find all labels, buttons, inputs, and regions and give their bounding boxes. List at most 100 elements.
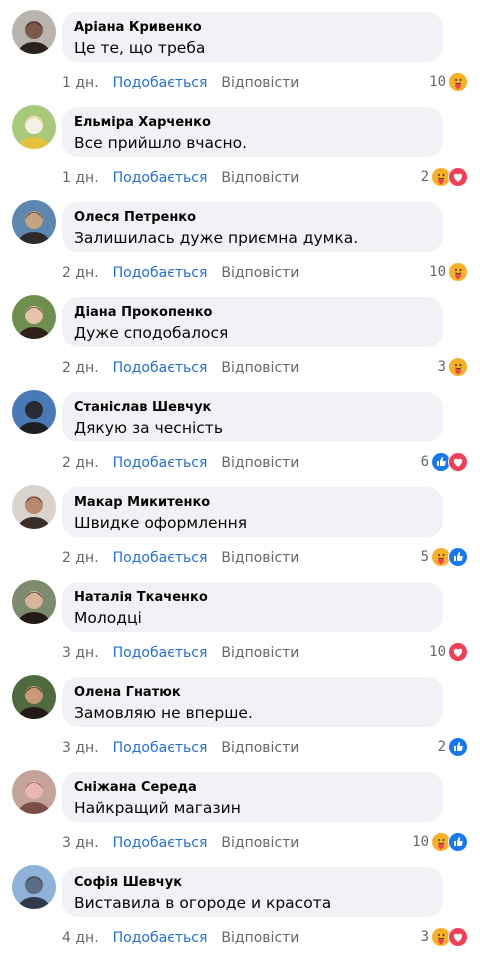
- comment-bubble: Олеся Петренко Залишилась дуже приємна ду…: [62, 202, 443, 252]
- reaction-summary[interactable]: 10: [412, 832, 468, 852]
- comment-author[interactable]: Олеся Петренко: [74, 210, 431, 226]
- reply-button[interactable]: Відповісти: [221, 360, 299, 376]
- reply-button[interactable]: Відповісти: [221, 455, 299, 471]
- comment-bubble: Олена Гнатюк Замовляю не вперше.: [62, 677, 443, 727]
- avatar[interactable]: [12, 10, 56, 54]
- reaction-count: 5: [420, 549, 429, 565]
- comment-author[interactable]: Сніжана Середа: [74, 780, 431, 796]
- comment-author[interactable]: Макар Микитенко: [74, 495, 431, 511]
- like-button[interactable]: Подобається: [113, 930, 208, 946]
- like-button[interactable]: Подобається: [113, 360, 208, 376]
- reaction-icons: [448, 72, 468, 92]
- comment-timestamp[interactable]: 1 дн.: [62, 170, 99, 186]
- avatar[interactable]: [12, 865, 56, 909]
- reply-button[interactable]: Відповісти: [221, 930, 299, 946]
- avatar[interactable]: [12, 770, 56, 814]
- avatar[interactable]: [12, 390, 56, 434]
- comment-bubble: Макар Микитенко Швидке оформлення: [62, 487, 443, 537]
- like-button[interactable]: Подобається: [113, 740, 208, 756]
- comment-bubble: Ельміра Харченко Все прийшло вчасно.: [62, 107, 443, 157]
- comment-timestamp[interactable]: 3 дн.: [62, 645, 99, 661]
- comment-author[interactable]: Ельміра Харченко: [74, 115, 431, 131]
- reaction-summary[interactable]: 10: [429, 642, 468, 662]
- avatar[interactable]: [12, 485, 56, 529]
- comment-actions: 4 дн. Подобається Відповісти: [62, 930, 299, 946]
- comment-author[interactable]: Софія Шевчук: [74, 875, 431, 891]
- reaction-icons: [431, 832, 468, 852]
- like-button[interactable]: Подобається: [113, 170, 208, 186]
- comment-actions: 3 дн. Подобається Відповісти: [62, 835, 299, 851]
- reply-button[interactable]: Відповісти: [221, 75, 299, 91]
- avatar[interactable]: [12, 105, 56, 149]
- comment-actions: 3 дн. Подобається Відповісти: [62, 740, 299, 756]
- comment-timestamp[interactable]: 2 дн.: [62, 550, 99, 566]
- reaction-summary[interactable]: 2: [421, 167, 468, 187]
- comment-author[interactable]: Олена Гнатюк: [74, 685, 431, 701]
- comment-timestamp[interactable]: 2 дн.: [62, 265, 99, 281]
- reply-button[interactable]: Відповісти: [221, 550, 299, 566]
- like-button[interactable]: Подобається: [113, 550, 208, 566]
- comment-timestamp[interactable]: 2 дн.: [62, 455, 99, 471]
- like-button[interactable]: Подобається: [113, 645, 208, 661]
- comment-text: Виставила в огороде и красота: [74, 894, 332, 912]
- like-reaction-icon: [448, 547, 468, 567]
- reply-button[interactable]: Відповісти: [221, 835, 299, 851]
- reaction-count: 2: [437, 739, 446, 755]
- like-button[interactable]: Подобається: [113, 835, 208, 851]
- comment-timestamp[interactable]: 3 дн.: [62, 835, 99, 851]
- comment-timestamp[interactable]: 2 дн.: [62, 360, 99, 376]
- reaction-icons: [448, 357, 468, 377]
- reaction-summary[interactable]: 6: [421, 452, 468, 472]
- comment-text: Залишилась дуже приємна думка.: [74, 229, 359, 247]
- love-reaction-icon: [448, 452, 468, 472]
- avatar[interactable]: [12, 200, 56, 244]
- reply-button[interactable]: Відповісти: [221, 645, 299, 661]
- comment-actions: 1 дн. Подобається Відповісти: [62, 75, 299, 91]
- comment-bubble: Станіслав Шевчук Дякую за чесність: [62, 392, 443, 442]
- reply-button[interactable]: Відповісти: [221, 740, 299, 756]
- avatar[interactable]: [12, 295, 56, 339]
- comment-author[interactable]: Аріана Кривенко: [74, 20, 431, 36]
- comment-text: Дякую за чесність: [74, 419, 223, 437]
- reaction-icons: [431, 452, 468, 472]
- reaction-icons: [431, 927, 468, 947]
- care-reaction-icon: [448, 72, 468, 92]
- reaction-summary[interactable]: 3: [421, 927, 468, 947]
- comment-author[interactable]: Станіслав Шевчук: [74, 400, 431, 416]
- like-reaction-icon: [448, 737, 468, 757]
- reaction-summary[interactable]: 5: [421, 547, 468, 567]
- comment-item: Макар Микитенко Швидке оформлення 2 дн. Под…: [0, 475, 480, 570]
- comment-actions: 2 дн. Подобається Відповісти: [62, 550, 299, 566]
- comment-timestamp[interactable]: 1 дн.: [62, 75, 99, 91]
- reaction-icons: [448, 262, 468, 282]
- reaction-summary[interactable]: 10: [429, 262, 468, 282]
- reaction-summary[interactable]: 3: [438, 357, 468, 377]
- reply-button[interactable]: Відповісти: [221, 265, 299, 281]
- comment-author[interactable]: Діана Прокопенко: [74, 305, 431, 321]
- love-reaction-icon: [448, 642, 468, 662]
- avatar[interactable]: [12, 580, 56, 624]
- reaction-icons: [431, 547, 468, 567]
- comment-text: Замовляю не вперше.: [74, 704, 253, 722]
- comment-item: Аріана Кривенко Це те, що треба 1 дн. Подоб…: [0, 0, 480, 95]
- comment-bubble: Софія Шевчук Виставила в огороде и красот…: [62, 867, 443, 917]
- comment-timestamp[interactable]: 3 дн.: [62, 740, 99, 756]
- reaction-count: 10: [429, 74, 446, 90]
- reaction-icons: [431, 167, 468, 187]
- reaction-summary[interactable]: 2: [438, 737, 468, 757]
- reaction-count: 3: [420, 929, 429, 945]
- like-button[interactable]: Подобається: [113, 265, 208, 281]
- reaction-count: 2: [420, 169, 429, 185]
- like-button[interactable]: Подобається: [113, 75, 208, 91]
- comment-bubble: Аріана Кривенко Це те, що треба: [62, 12, 443, 62]
- like-button[interactable]: Подобається: [113, 455, 208, 471]
- reaction-summary[interactable]: 10: [429, 72, 468, 92]
- reaction-count: 10: [429, 644, 446, 660]
- avatar[interactable]: [12, 675, 56, 719]
- care-reaction-icon: [448, 357, 468, 377]
- reply-button[interactable]: Відповісти: [221, 170, 299, 186]
- comment-author[interactable]: Наталія Ткаченко: [74, 590, 431, 606]
- comment-item: Олена Гнатюк Замовляю не вперше. 3 дн. Подо…: [0, 665, 480, 760]
- comment-text: Це те, що треба: [74, 39, 206, 57]
- comment-timestamp[interactable]: 4 дн.: [62, 930, 99, 946]
